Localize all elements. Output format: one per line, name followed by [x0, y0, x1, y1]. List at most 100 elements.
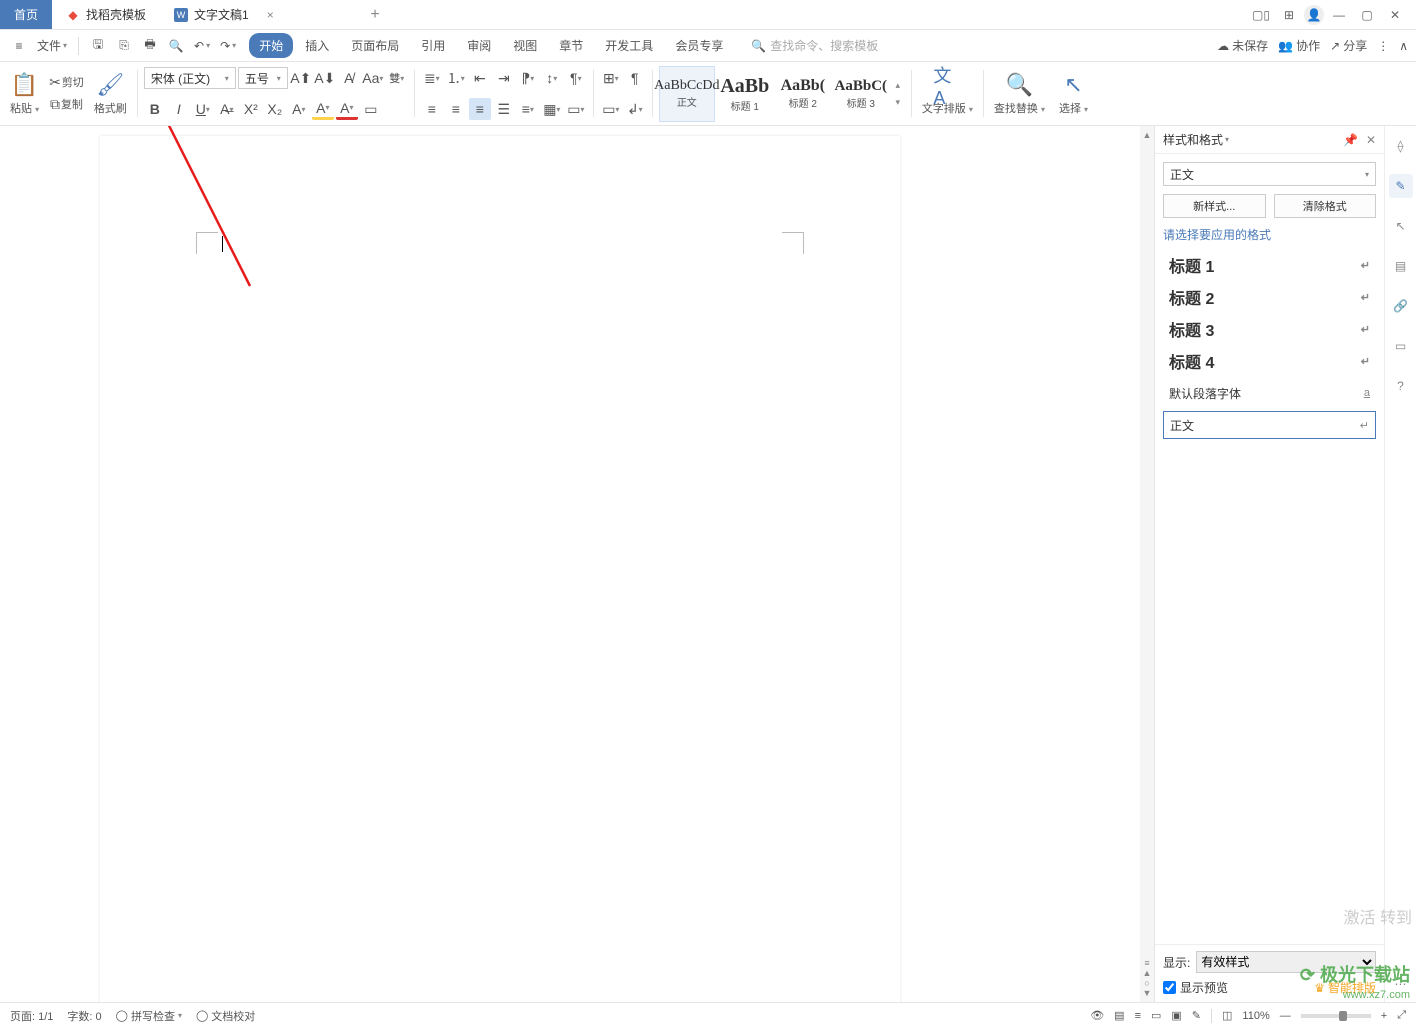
clipboard2-icon[interactable]: ▤	[1389, 254, 1413, 278]
scroll-next-icon[interactable]: ▼	[1143, 988, 1152, 998]
display-select[interactable]: 有效样式	[1196, 951, 1376, 973]
add-tab-button[interactable]: +	[360, 0, 390, 29]
save-icon[interactable]: 🖫	[87, 34, 109, 58]
change-case-button[interactable]: Aa▾	[362, 67, 384, 89]
bold-button[interactable]: B	[144, 98, 166, 120]
proofread-toggle[interactable]: ◯文档校对	[196, 1008, 255, 1024]
line-spacing-button[interactable]: ≡▾	[517, 98, 539, 120]
clear-format-button2[interactable]: 清除格式	[1274, 194, 1377, 218]
new-style-button[interactable]: 新样式...	[1163, 194, 1266, 218]
style-body[interactable]: AaBbCcDd正文	[659, 66, 715, 122]
scroll-find-icon[interactable]: ○	[1144, 978, 1149, 988]
tab-review[interactable]: 审阅	[457, 33, 501, 58]
font-size-select[interactable]: 五号▾	[238, 67, 288, 89]
text-effects-button[interactable]: A▾	[288, 98, 310, 120]
document-area[interactable]	[0, 126, 1140, 1002]
tab-member[interactable]: 会员专享	[665, 33, 733, 58]
scroll-up-icon[interactable]: ▲	[1143, 130, 1152, 140]
rocket-icon[interactable]: ⟠	[1389, 134, 1413, 158]
superscript-button[interactable]: X²	[240, 98, 262, 120]
zoom-out-button[interactable]: —	[1280, 1010, 1291, 1022]
outdent-button[interactable]: ⇤	[469, 67, 491, 89]
page[interactable]	[100, 136, 900, 1002]
select-button[interactable]: ↖ 选择 ▾	[1055, 71, 1092, 116]
more-tools-icon[interactable]: ⋯	[1389, 972, 1413, 996]
maximize-button[interactable]: ▢	[1354, 2, 1380, 28]
book-icon[interactable]: ▭	[1389, 334, 1413, 358]
tab-dev-tools[interactable]: 开发工具	[595, 33, 663, 58]
print-icon[interactable]: 🖶	[139, 34, 161, 58]
link-icon[interactable]: 🔗	[1389, 294, 1413, 318]
fit-icon[interactable]: ◫	[1222, 1009, 1232, 1022]
view-web-icon[interactable]: ▭	[1151, 1009, 1161, 1022]
style-gallery-more[interactable]: ▴▾	[891, 66, 905, 122]
zoom-in-button[interactable]: +	[1381, 1010, 1387, 1022]
text-tool-button[interactable]: ▭▾	[600, 98, 622, 120]
more-icon[interactable]: ⋮	[1377, 39, 1389, 53]
align-left-button[interactable]: ≡	[421, 98, 443, 120]
redo-button[interactable]: ↷▾	[217, 34, 239, 58]
para-settings-button[interactable]: ¶	[624, 67, 646, 89]
preview-icon[interactable]: 🔍	[165, 34, 187, 58]
minimize-button[interactable]: —	[1326, 2, 1352, 28]
style-h2[interactable]: AaBb(标题 2	[775, 66, 831, 122]
underline-button[interactable]: U▾	[192, 98, 214, 120]
tab-templates[interactable]: ◆ 找稻壳模板	[52, 0, 160, 29]
indent-button[interactable]: ⇥	[493, 67, 515, 89]
tab-chapter[interactable]: 章节	[549, 33, 593, 58]
style-h3[interactable]: AaBbC(标题 3	[833, 66, 889, 122]
tab-document[interactable]: W 文字文稿1 ×	[160, 0, 360, 29]
numbering-button[interactable]: ⒈▾	[445, 67, 467, 89]
list-item-h2[interactable]: 标题 2↵	[1163, 283, 1376, 311]
help-icon[interactable]: ?	[1389, 374, 1413, 398]
align-center-button[interactable]: ≡	[445, 98, 467, 120]
panel-close-icon[interactable]: ✕	[1366, 133, 1376, 147]
window-close-button[interactable]: ✕	[1382, 2, 1408, 28]
page-indicator[interactable]: 页面: 1/1	[10, 1008, 53, 1024]
list-item-para-font[interactable]: 默认段落字体a	[1163, 379, 1376, 407]
command-search[interactable]: 🔍 查找命令、搜索模板	[751, 37, 878, 54]
sort-button[interactable]: ↕▾	[541, 67, 563, 89]
paste-button[interactable]: 📋 粘贴 ▾	[6, 71, 43, 116]
scroll-prev-icon[interactable]: ▲	[1143, 968, 1152, 978]
unsaved-indicator[interactable]: ☁未保存	[1217, 37, 1268, 54]
tab-insert[interactable]: 插入	[295, 33, 339, 58]
apps-icon[interactable]: ⊞	[1276, 2, 1302, 28]
shading-button[interactable]: ▦▾	[541, 98, 563, 120]
current-style-select[interactable]: 正文▾	[1163, 162, 1376, 186]
pin-icon[interactable]: 📌	[1343, 133, 1358, 147]
grow-font-button[interactable]: A⬆	[290, 67, 312, 89]
borders-button[interactable]: ▭▾	[565, 98, 587, 120]
view-focus-icon[interactable]: ✎	[1192, 1009, 1201, 1022]
file-menu[interactable]: 文件▾	[34, 34, 70, 58]
reading-mode-icon[interactable]: 👁	[1090, 1009, 1104, 1022]
spellcheck-toggle[interactable]: ◯拼写检查 ▾	[116, 1008, 182, 1024]
tab-home[interactable]: 首页	[0, 0, 52, 29]
undo-button[interactable]: ↶▾	[191, 34, 213, 58]
cut-button[interactable]: ✂剪切	[45, 71, 88, 93]
italic-button[interactable]: I	[168, 98, 190, 120]
find-replace-button[interactable]: 🔍 查找替换 ▾	[990, 71, 1049, 116]
close-icon[interactable]: ×	[267, 8, 274, 22]
avatar-icon[interactable]: 👤	[1304, 5, 1324, 25]
strike-button[interactable]: A̶▾	[216, 98, 238, 120]
list-item-body[interactable]: 正文↵	[1163, 411, 1376, 439]
show-marks-button[interactable]: ¶▾	[565, 67, 587, 89]
tab-references[interactable]: 引用	[411, 33, 455, 58]
layout-icon[interactable]: ▢▯	[1248, 2, 1274, 28]
clear-format-button[interactable]: A̸	[338, 67, 360, 89]
list-item-h1[interactable]: 标题 1↵	[1163, 251, 1376, 279]
export-icon[interactable]: ⎘	[113, 34, 135, 58]
word-count[interactable]: 字数: 0	[67, 1008, 101, 1024]
tabstop-button[interactable]: ⊞▾	[600, 67, 622, 89]
smart-layout-link[interactable]: ♛智能排版	[1314, 979, 1376, 996]
hamburger-icon[interactable]: ≡	[8, 34, 30, 58]
bullets-button[interactable]: ≣▾	[421, 67, 443, 89]
phonetic-button[interactable]: 雙▾	[386, 67, 408, 89]
font-color-button[interactable]: A▾	[336, 98, 358, 120]
shrink-font-button[interactable]: A⬇	[314, 67, 336, 89]
share-button[interactable]: ↗分享	[1330, 37, 1367, 54]
font-name-select[interactable]: 宋体 (正文)▾	[144, 67, 236, 89]
list-item-h4[interactable]: 标题 4↵	[1163, 347, 1376, 375]
list-item-h3[interactable]: 标题 3↵	[1163, 315, 1376, 343]
